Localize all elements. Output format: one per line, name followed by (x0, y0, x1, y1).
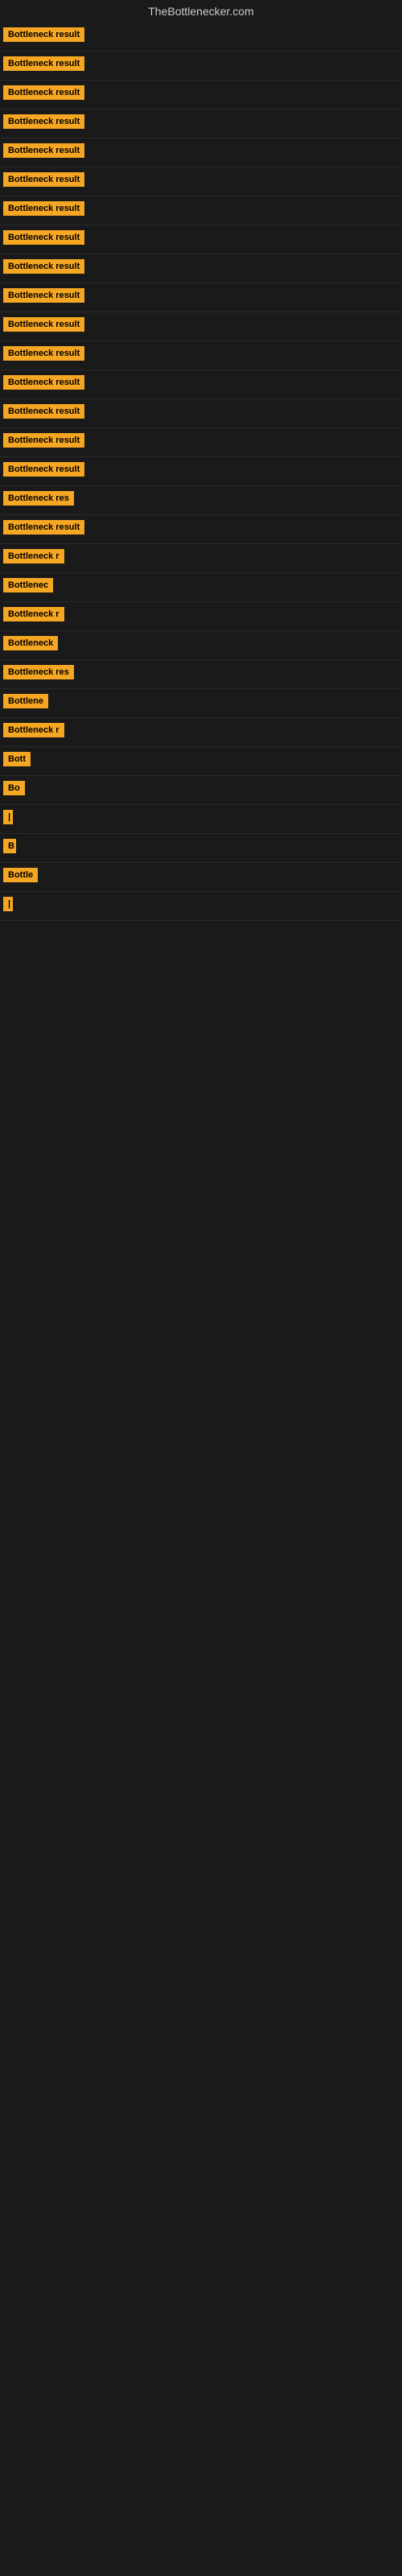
bottleneck-badge[interactable]: | (3, 810, 13, 824)
site-title: TheBottlenecker.com (148, 5, 254, 18)
bottleneck-badge[interactable]: Bottleneck result (3, 317, 84, 332)
bottleneck-badge[interactable]: Bottleneck result (3, 172, 84, 187)
list-item: Bottleneck result (0, 23, 402, 52)
bottleneck-badge[interactable]: Bottleneck result (3, 259, 84, 274)
list-item: Bottleneck result (0, 254, 402, 283)
list-item: Bottleneck result (0, 138, 402, 167)
bottleneck-badge[interactable]: Bottlenec (3, 578, 53, 592)
bottleneck-badge[interactable]: Bottleneck result (3, 404, 84, 419)
list-item: Bottleneck r (0, 718, 402, 747)
list-item: Bottle (0, 863, 402, 892)
list-item: Bottleneck result (0, 52, 402, 80)
list-item: Bottleneck res (0, 660, 402, 689)
list-item: Bottleneck result (0, 312, 402, 341)
list-item: Bottleneck r (0, 602, 402, 631)
list-item: Bottleneck result (0, 341, 402, 370)
list-item: Bottleneck result (0, 283, 402, 312)
list-item: Bottleneck result (0, 457, 402, 486)
list-item: Bott (0, 747, 402, 776)
list-item: Bottleneck result (0, 399, 402, 428)
bottleneck-badge[interactable]: Bottlene (3, 694, 48, 708)
bottleneck-badge[interactable]: Bottleneck result (3, 56, 84, 71)
bottleneck-badge[interactable]: Bottleneck result (3, 230, 84, 245)
bottleneck-badge[interactable]: Bottleneck r (3, 549, 64, 564)
bottleneck-badge[interactable]: Bottleneck result (3, 375, 84, 390)
list-item: Bottleneck r (0, 544, 402, 573)
bottleneck-badge[interactable]: Bottleneck result (3, 433, 84, 448)
list-item: Bottleneck result (0, 515, 402, 544)
bottleneck-badge[interactable]: Bott (3, 752, 31, 766)
bottleneck-badge[interactable]: Bottleneck res (3, 491, 74, 506)
bottleneck-badge[interactable]: Bottleneck r (3, 607, 64, 621)
list-item: Bottleneck (0, 631, 402, 660)
bottleneck-badge[interactable]: Bottleneck result (3, 85, 84, 100)
list-item: Bottleneck result (0, 428, 402, 457)
bottleneck-badge[interactable]: | (3, 897, 13, 911)
bottleneck-badge[interactable]: Bottleneck res (3, 665, 74, 679)
list-item: Bottlene (0, 689, 402, 718)
bottleneck-badge[interactable]: Bottleneck result (3, 114, 84, 129)
bottleneck-badge[interactable]: Bottleneck result (3, 27, 84, 42)
list-item: B (0, 834, 402, 863)
bottleneck-badge[interactable]: Bottleneck result (3, 288, 84, 303)
list-item: Bottleneck result (0, 196, 402, 225)
bottleneck-badge[interactable]: Bottleneck result (3, 143, 84, 158)
bottleneck-badge[interactable]: Bottleneck (3, 636, 58, 650)
list-item: Bottleneck result (0, 109, 402, 138)
bottleneck-badge[interactable]: Bo (3, 781, 25, 795)
list-item: | (0, 805, 402, 834)
list-item: Bottlenec (0, 573, 402, 602)
list-item: | (0, 892, 402, 921)
bottleneck-badge[interactable]: Bottleneck result (3, 346, 84, 361)
list-item: Bottleneck result (0, 225, 402, 254)
bottleneck-badge[interactable]: Bottleneck result (3, 520, 84, 535)
site-header: TheBottlenecker.com (0, 0, 402, 23)
bottleneck-badge[interactable]: Bottleneck result (3, 462, 84, 477)
bottleneck-badge[interactable]: Bottle (3, 868, 38, 882)
list-item: Bo (0, 776, 402, 805)
list-item: Bottleneck result (0, 370, 402, 399)
list-item: Bottleneck res (0, 486, 402, 515)
bottleneck-badge[interactable]: Bottleneck result (3, 201, 84, 216)
bottleneck-badge[interactable]: B (3, 839, 16, 853)
list-item: Bottleneck result (0, 167, 402, 196)
list-item: Bottleneck result (0, 80, 402, 109)
bottleneck-badge[interactable]: Bottleneck r (3, 723, 64, 737)
